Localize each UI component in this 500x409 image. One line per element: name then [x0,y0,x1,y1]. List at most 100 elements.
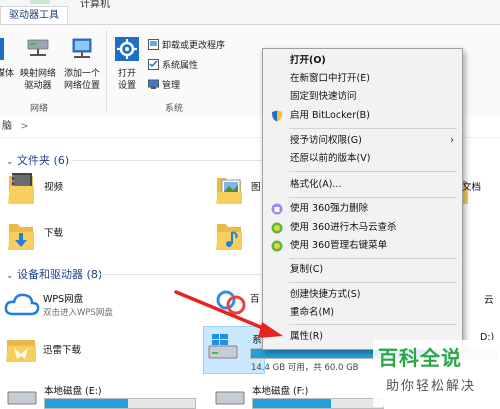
menu-item-rename[interactable]: 重命名(M) [263,305,462,321]
folder-label-pictures: 图 [251,182,261,193]
tab-drive-tools[interactable]: 驱动器工具 [0,6,68,24]
network-drive-icon [27,39,49,56]
computer-management-icon [148,79,159,89]
uninstall-label: 卸载或更改程序 [162,41,226,51]
folders-section-header[interactable]: ⌄ 文件夹 (6) [6,152,69,168]
menu-label: 打开(O) [290,55,326,66]
drive-f-usage-bar [252,398,384,409]
media-label: 媒体 [0,69,14,79]
menu-label: 属性(R) [290,331,324,342]
menu-separator [289,128,457,129]
manage-button[interactable]: 管理 [148,78,180,91]
menu-label: 使用 360强力删除 [290,203,369,214]
submenu-arrow-icon: › [450,135,454,146]
picture-folder-icon [216,178,242,204]
system-drive-free-text: 14.4 GB 可用，共 60.0 GB [251,363,359,373]
menu-item-open-new-window[interactable]: 在新窗口中打开(E) [263,71,462,87]
menu-separator [289,171,457,172]
baidu-cloud-icon [216,290,246,315]
add-location-label-2: 网络位置 [63,81,100,91]
local-disk-icon [215,391,245,405]
menu-label: 还原以前的版本(V) [290,153,371,164]
shield-icon [272,110,282,122]
folders-header-label: 文件夹 (6) [17,154,70,167]
menu-label: 启用 BitLocker(B) [290,110,370,121]
uninstall-programs-button[interactable]: 卸载或更改程序 [148,38,225,51]
section-divider [100,274,262,275]
map-drive-label-2: 驱动器 [24,81,52,91]
devices-section-header[interactable]: ⌄ 设备和驱动器 (8) [6,266,102,282]
drive-e-label[interactable]: 本地磁盘 (E:) [44,383,102,397]
ribbon-group-divider [106,30,107,112]
open-settings-label-1: 打开 [117,69,136,79]
chevron-down-icon: ⌄ [6,157,14,167]
menu-label: 格式化(A)... [290,179,342,190]
devices-header-label: 设备和驱动器 (8) [17,268,103,281]
network-location-icon [72,38,92,58]
menu-label: 创建快捷方式(S) [290,289,361,300]
menu-separator [289,324,457,325]
menu-separator [289,282,457,283]
system-properties-label: 系统属性 [162,61,199,71]
folder-label-videos: 视频 [44,182,64,193]
tab-computer[interactable]: 计算机 [80,0,110,10]
360-delete-icon [271,203,283,215]
menu-item-360-delete[interactable]: 使用 360强力删除 [263,201,462,217]
menu-item-360-scan[interactable]: 使用 360进行木马云查杀 [263,220,462,236]
add-location-label-1: 添加一个 [63,69,100,79]
menu-label: 在新窗口中打开(E) [290,73,370,84]
add-network-location-button[interactable]: 添加一个 网络位置 [60,36,104,92]
windows-drive-icon [208,334,238,359]
gear-icon [115,37,139,61]
wps-label: WPS网盘 [43,294,84,305]
download-folder-icon [8,224,34,250]
drive-e-usage-bar [44,398,196,409]
drive-f-label[interactable]: 本地磁盘 (F:) [252,383,308,397]
xunlei-label: 迅雷下载 [43,345,82,356]
checklist-icon [148,59,159,70]
wps-sublabel: 双击进入WPS网盘 [43,308,113,318]
media-button[interactable]: 媒体 [0,36,16,80]
menu-label: 授予访问权限(G) [290,135,362,146]
manage-label: 管理 [162,81,181,91]
folder-label-documents: 文档 [462,182,482,193]
menu-label: 重命名(M) [290,307,335,318]
watermark-title: 百科全说 [378,346,462,370]
menu-item-360-manage[interactable]: 使用 360管理右键菜单 [263,238,462,254]
watermark-subtitle: 助你轻松解决 [386,379,477,394]
menu-item-restore-versions[interactable]: 还原以前的版本(V) [263,151,462,167]
menu-label: 固定到快速访问 [290,91,357,102]
chevron-down-icon: ⌄ [6,271,14,281]
open-settings-button[interactable]: 打开 设置 [110,36,144,92]
menu-label: 复制(C) [290,264,324,275]
map-network-drive-button[interactable]: 映射网络 驱动器 [16,36,60,92]
map-drive-label-1: 映射网络 [19,69,56,79]
menu-item-bitlocker[interactable]: 启用 BitLocker(B) [263,108,462,124]
360-manage-icon [271,240,283,252]
menu-item-pin-quick-access[interactable]: 固定到快速访问 [263,89,462,105]
menu-item-create-shortcut[interactable]: 创建快捷方式(S) [263,287,462,303]
menu-item-copy[interactable]: 复制(C) [263,262,462,278]
menu-separator [289,258,457,259]
menu-separator [289,197,457,198]
menu-item-open[interactable]: 打开(O) [263,53,462,69]
menu-item-grant-access[interactable]: 授予访问权限(G) › [263,133,462,149]
folder-label-downloads: 下载 [44,228,64,239]
360-scan-icon [271,222,283,234]
video-folder-icon [8,173,34,204]
menu-label: 使用 360进行木马云查杀 [290,222,397,233]
ribbon-group-network: 网络 [30,104,49,114]
ribbon-manage-tab-highlight [30,0,50,4]
section-divider [72,160,262,161]
media-icon [0,38,4,60]
music-folder-icon [216,224,242,250]
address-separator: > [20,121,29,132]
ribbon-group-system: 系统 [165,104,184,114]
local-disk-icon [7,391,37,405]
xunlei-icon [6,340,36,362]
context-menu: 打开(O) 在新窗口中打开(E) 固定到快速访问 启用 BitLocker(B)… [262,48,463,350]
system-properties-button[interactable]: 系统属性 [148,58,198,71]
ribbon-tab-strip [0,0,500,24]
baidu-label-partial: 百 [250,294,260,305]
menu-item-format[interactable]: 格式化(A)... [263,177,462,193]
